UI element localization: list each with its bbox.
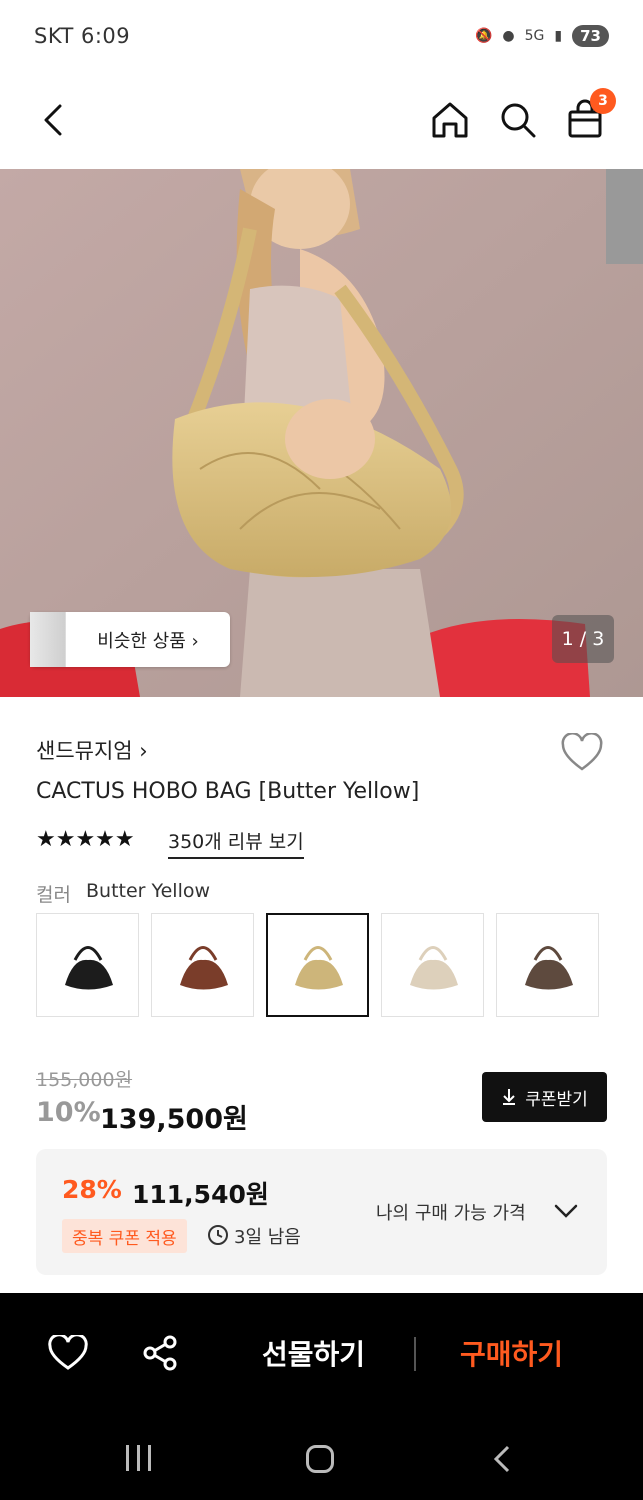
cart-count-badge: 3 (590, 88, 616, 114)
chevron-down-icon[interactable] (552, 1197, 580, 1225)
my-price-box[interactable]: 28% 111,540원 중복 쿠폰 적용 3일 남음 나의 구매 가능 가격 (36, 1149, 607, 1275)
similar-products-button[interactable]: 비슷한 상품 › (30, 612, 230, 667)
search-icon[interactable] (496, 98, 540, 142)
color-swatches (36, 913, 599, 1017)
battery-level: 73 (572, 25, 609, 47)
product-title: CACTUS HOBO BAG [Butter Yellow] (36, 779, 420, 804)
wishlist-heart-icon[interactable] (560, 733, 604, 773)
duplicate-coupon-tag: 중복 쿠폰 적용 (62, 1219, 187, 1253)
discount-rate: 10% (36, 1097, 101, 1128)
swatch-black[interactable] (36, 913, 139, 1017)
star-rating: ★★★★★ (36, 827, 135, 852)
download-icon (503, 1089, 516, 1105)
swatch-brown[interactable] (151, 913, 254, 1017)
color-label: 컬러 (36, 884, 71, 906)
my-price-amount: 111,540원 (132, 1180, 269, 1209)
swatch-dark-brown[interactable] (496, 913, 599, 1017)
clock-icon (208, 1225, 228, 1245)
buy-button[interactable]: 구매하기 (460, 1333, 563, 1373)
signal-icon: ▮ (554, 28, 563, 44)
image-pager: 1 / 3 (552, 615, 614, 663)
bag-thumbnail (179, 946, 228, 990)
status-icons: 🔕 ● 5G ▮ 73 (475, 25, 609, 47)
wishlist-heart-icon[interactable] (48, 1335, 88, 1371)
status-bar: SKT 6:09 🔕 ● 5G ▮ 73 (0, 0, 643, 72)
bag-thumbnail (524, 946, 573, 990)
system-navigation-bar (0, 1413, 643, 1500)
home-nav-icon[interactable] (306, 1445, 334, 1473)
home-icon[interactable] (428, 98, 472, 142)
carrier-time: SKT 6:09 (34, 24, 131, 48)
similar-thumbnail (30, 612, 66, 667)
network-label: 5G (524, 28, 545, 44)
coupon-button-label: 쿠폰받기 (525, 1089, 588, 1110)
product-image[interactable]: 비슷한 상품 › 1 / 3 (0, 169, 643, 697)
coupon-button[interactable]: 쿠폰받기 (482, 1072, 607, 1122)
swatch-butter-yellow[interactable] (266, 913, 369, 1017)
swatch-cream[interactable] (381, 913, 484, 1017)
location-icon: ● (502, 28, 515, 44)
back-icon[interactable] (34, 100, 74, 140)
share-icon[interactable] (140, 1333, 180, 1373)
review-link[interactable]: 350개 리뷰 보기 (168, 827, 304, 859)
brand-link[interactable]: 샌드뮤지엄 › (36, 735, 148, 765)
bag-thumbnail (409, 946, 458, 990)
mute-icon: 🔕 (474, 28, 493, 44)
top-navigation: 3 (0, 72, 643, 169)
similar-products-label: 비슷한 상품 › (97, 630, 199, 652)
my-price-toggle-label: 나의 구매 가능 가격 (376, 1203, 526, 1224)
bag-thumbnail (294, 946, 343, 990)
recent-apps-icon[interactable] (126, 1445, 151, 1471)
original-price: 155,000원 (36, 1069, 133, 1091)
sale-price: 139,500원 (100, 1104, 248, 1135)
divider (414, 1337, 416, 1371)
bottom-action-bar: 선물하기 구매하기 (0, 1293, 643, 1413)
color-value: Butter Yellow (86, 880, 211, 902)
days-left: 3일 남음 (234, 1227, 301, 1248)
bag-thumbnail (64, 946, 113, 990)
gift-button[interactable]: 선물하기 (262, 1333, 365, 1373)
cart-button[interactable]: 3 (562, 88, 616, 142)
my-discount-rate: 28% (62, 1175, 122, 1204)
back-nav-icon[interactable] (488, 1443, 516, 1475)
